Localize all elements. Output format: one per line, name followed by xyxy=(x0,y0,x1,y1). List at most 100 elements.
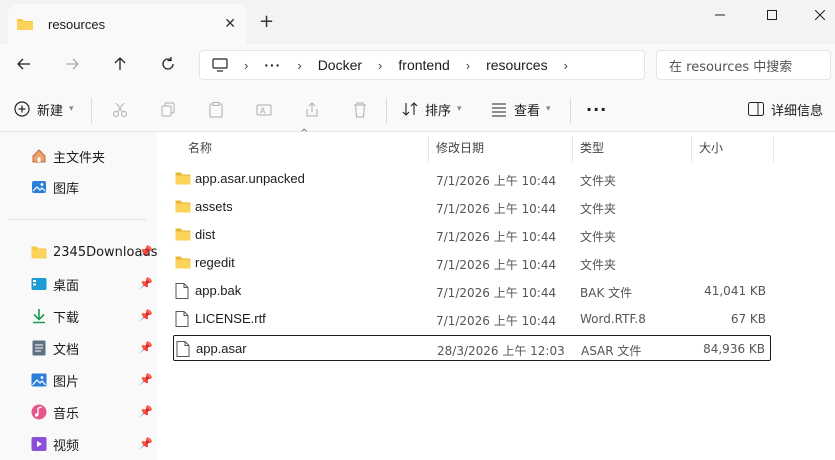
share-icon[interactable] xyxy=(302,100,322,120)
maximize-button[interactable] xyxy=(749,0,795,30)
column-header-size[interactable]: 大小 xyxy=(699,132,723,162)
breadcrumb-resources[interactable]: resources xyxy=(486,57,547,73)
file-name: LICENSE.rtf xyxy=(195,311,266,326)
column-header-type[interactable]: 类型 xyxy=(580,132,604,162)
chevron-down-icon: ▾ xyxy=(69,104,74,114)
sidebar-item-music[interactable]: 音乐 📌 xyxy=(0,398,157,426)
arrow-left-icon xyxy=(17,58,30,70)
new-button[interactable]: 新建 ▾ xyxy=(14,98,74,120)
file-date: 28/3/2026 上午 12:03 xyxy=(437,344,565,358)
view-label: 查看 xyxy=(514,103,541,119)
chevron-right-icon: › xyxy=(465,57,471,73)
divider xyxy=(91,98,92,124)
column-divider[interactable] xyxy=(773,136,774,162)
pin-icon[interactable]: 📌 xyxy=(139,405,153,418)
divider xyxy=(570,98,571,124)
minimize-button[interactable] xyxy=(697,0,743,30)
file-row[interactable]: app.bak 7/1/2026 上午 10:44 BAK 文件 41,041 KB xyxy=(173,278,771,304)
column-header-date[interactable]: 修改日期 xyxy=(436,132,484,162)
file-type: BAK 文件 xyxy=(580,286,633,300)
new-tab-button[interactable]: + xyxy=(259,11,274,32)
paste-icon[interactable] xyxy=(206,100,226,120)
close-tab-icon[interactable]: ✕ xyxy=(224,16,236,32)
file-name: app.bak xyxy=(195,283,242,298)
sidebar-item-2345downloads[interactable]: 2345Downloads 📌 xyxy=(0,238,157,266)
cut-icon[interactable] xyxy=(110,100,130,120)
sidebar-divider xyxy=(8,219,146,220)
sidebar-item-documents[interactable]: 文档 📌 xyxy=(0,334,157,362)
arrow-right-icon xyxy=(66,58,79,70)
chevron-right-icon: › xyxy=(244,57,249,73)
back-button[interactable] xyxy=(12,52,36,76)
file-row[interactable]: regedit 7/1/2026 上午 10:44 文件夹 xyxy=(173,250,771,276)
pin-icon[interactable]: 📌 xyxy=(139,341,153,354)
column-divider[interactable] xyxy=(572,136,573,162)
pin-icon[interactable]: 📌 xyxy=(139,309,153,322)
breadcrumb-frontend[interactable]: frontend xyxy=(398,57,449,73)
column-header-name[interactable]: 名称 xyxy=(188,132,212,162)
file-icon xyxy=(175,283,191,299)
file-row[interactable]: assets 7/1/2026 上午 10:44 文件夹 xyxy=(173,194,771,220)
search-input[interactable]: 在 resources 中搜索 xyxy=(656,50,831,80)
sidebar-item-home[interactable]: 主文件夹 xyxy=(0,142,157,170)
file-date: 7/1/2026 上午 10:44 xyxy=(436,174,557,188)
sidebar-item-desktop[interactable]: 桌面 📌 xyxy=(0,270,157,298)
file-date: 7/1/2026 上午 10:44 xyxy=(436,286,557,300)
details-pane-icon xyxy=(748,102,764,116)
file-name: regedit xyxy=(195,255,235,270)
pin-icon[interactable]: 📌 xyxy=(139,277,153,290)
chevron-down-icon: ▾ xyxy=(457,104,462,114)
download-icon xyxy=(31,308,47,324)
file-row[interactable]: LICENSE.rtf 7/1/2026 上午 10:44 Word.RTF.8 67… xyxy=(173,306,771,332)
column-divider[interactable] xyxy=(428,136,429,162)
pin-icon[interactable]: 📌 xyxy=(139,437,153,450)
sidebar-item-gallery[interactable]: 图库 xyxy=(0,173,157,201)
file-row[interactable]: app.asar 28/3/2026 上午 12:03 ASAR 文件 84,936 … xyxy=(173,335,771,361)
plus-circle-icon xyxy=(14,101,30,117)
more-options-button[interactable]: ··· xyxy=(586,98,607,120)
file-date: 7/1/2026 上午 10:44 xyxy=(436,230,557,244)
details-label: 详细信息 xyxy=(771,103,824,119)
folder-icon xyxy=(17,19,33,30)
sidebar-item-videos[interactable]: 视频 📌 xyxy=(0,430,157,458)
pin-icon[interactable]: 📌 xyxy=(139,245,153,258)
refresh-button[interactable] xyxy=(156,52,180,76)
chevron-right-icon: › xyxy=(563,57,568,73)
sort-button[interactable]: 排序 ▾ xyxy=(402,98,462,120)
file-type: ASAR 文件 xyxy=(581,344,642,358)
arrow-up-icon xyxy=(114,57,126,70)
tab-resources[interactable]: resources ✕ xyxy=(8,4,246,44)
pin-icon[interactable]: 📌 xyxy=(139,373,153,386)
desktop-icon xyxy=(31,276,47,292)
column-divider[interactable] xyxy=(691,136,692,162)
command-bar: 新建 ▾ A 排序 ▾ 查看 ▾ ··· 详细信息 xyxy=(0,84,835,132)
address-bar[interactable]: › ··· › Docker › frontend › resources › xyxy=(199,50,645,80)
address-row: › ··· › Docker › frontend › resources › … xyxy=(0,44,835,84)
sidebar-item-downloads[interactable]: 下载 📌 xyxy=(0,302,157,330)
view-button[interactable]: 查看 ▾ xyxy=(491,98,551,120)
file-type: 文件夹 xyxy=(580,174,617,188)
file-type: 文件夹 xyxy=(580,202,617,216)
file-row[interactable]: app.asar.unpacked 7/1/2026 上午 10:44 文件夹 xyxy=(173,166,771,192)
breadcrumb-overflow[interactable]: ··· xyxy=(264,57,281,73)
column-header-label: 修改日期 xyxy=(436,140,485,155)
forward-button[interactable] xyxy=(60,52,84,76)
file-row[interactable]: dist 7/1/2026 上午 10:44 文件夹 xyxy=(173,222,771,248)
folder-icon xyxy=(175,227,191,243)
sidebar-item-pictures[interactable]: 图片 📌 xyxy=(0,366,157,394)
close-window-button[interactable] xyxy=(797,0,835,30)
rename-icon[interactable]: A xyxy=(254,100,274,120)
file-date: 7/1/2026 上午 10:44 xyxy=(436,258,557,272)
file-name: dist xyxy=(195,227,216,242)
details-pane-button[interactable]: 详细信息 xyxy=(748,98,823,120)
new-label: 新建 xyxy=(37,103,64,119)
search-placeholder: 在 resources 中搜索 xyxy=(669,59,793,75)
svg-text:A: A xyxy=(260,107,266,116)
up-button[interactable] xyxy=(108,52,132,76)
folder-icon xyxy=(175,255,191,271)
breadcrumb-docker[interactable]: Docker xyxy=(318,57,362,73)
file-date: 7/1/2026 上午 10:44 xyxy=(436,202,557,216)
refresh-icon xyxy=(162,57,174,70)
delete-icon[interactable] xyxy=(350,100,370,120)
copy-icon[interactable] xyxy=(158,100,178,120)
